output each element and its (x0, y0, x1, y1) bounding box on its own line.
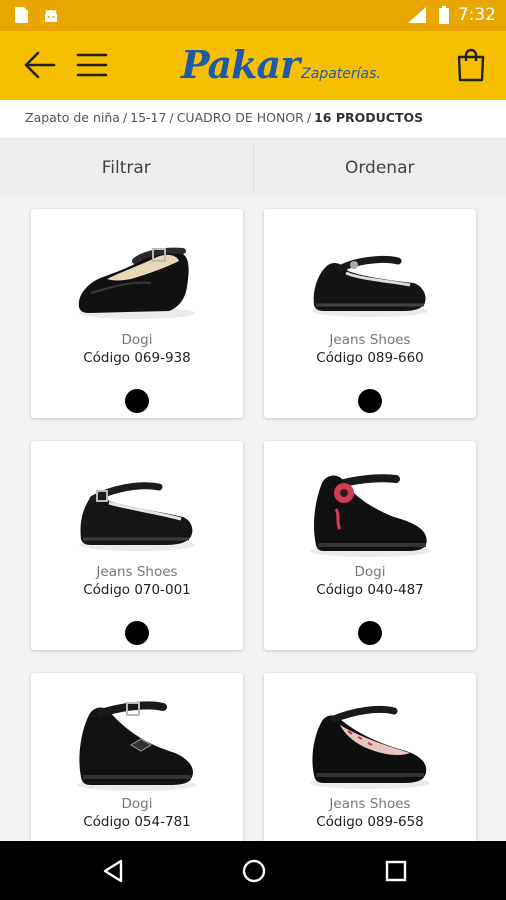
product-card[interactable]: Dogi Código 069-938 (31, 209, 243, 418)
system-nav-bar (0, 841, 506, 900)
product-code: Código 089-658 (316, 814, 424, 830)
battery-icon (438, 6, 449, 24)
breadcrumb-item[interactable]: CUADRO DE HONOR (177, 110, 304, 125)
back-arrow-icon[interactable] (22, 50, 56, 80)
product-image (310, 474, 430, 557)
app-bar: Pakar Zapaterías. (0, 31, 506, 100)
product-code: Código 089-660 (316, 350, 424, 366)
product-image (77, 701, 197, 791)
logo-main-text: Pakar (181, 42, 300, 87)
filter-sort-bar: Filtrar Ordenar (0, 139, 506, 197)
product-brand: Jeans Shoes (329, 332, 411, 348)
menu-icon[interactable] (76, 51, 108, 79)
product-image (79, 482, 195, 551)
brand-logo: Pakar Zapaterías. (181, 42, 381, 88)
breadcrumb-item[interactable]: 15-17 (130, 110, 166, 125)
product-card[interactable]: Dogi Código 054-781 (31, 673, 243, 841)
product-code: Código 069-938 (83, 350, 191, 366)
product-image (310, 705, 430, 789)
sort-button[interactable]: Ordenar (254, 139, 506, 197)
status-bar: 7:32 (0, 0, 506, 31)
nav-home-icon[interactable] (241, 858, 267, 884)
product-grid: Dogi Código 069-938 Jeans Shoes Código 0… (0, 197, 506, 841)
product-code: Código 070-001 (83, 582, 191, 598)
product-code: Código 054-781 (83, 814, 191, 830)
shopping-bag-icon[interactable] (456, 48, 486, 82)
signal-icon (407, 7, 426, 23)
color-swatch[interactable] (358, 389, 382, 413)
product-code: Código 040-487 (316, 582, 424, 598)
logo-sub-text: Zapaterías. (301, 66, 381, 82)
product-brand: Dogi (121, 332, 153, 348)
android-icon (45, 9, 57, 22)
product-card[interactable]: Jeans Shoes Código 070-001 (31, 441, 243, 650)
breadcrumb-separator: / (122, 110, 128, 125)
breadcrumb-item[interactable]: Zapato de niña (25, 110, 120, 125)
color-swatch[interactable] (358, 621, 382, 645)
product-card[interactable]: Jeans Shoes Código 089-660 (264, 209, 476, 418)
sd-card-icon (15, 7, 28, 23)
product-image (78, 247, 195, 319)
breadcrumb: Zapato de niña/15-17/CUADRO DE HONOR/16 … (0, 100, 506, 139)
nav-back-icon[interactable] (100, 858, 126, 884)
breadcrumb-separator: / (306, 110, 312, 125)
filter-button[interactable]: Filtrar (0, 139, 253, 197)
product-brand: Dogi (354, 564, 386, 580)
product-count: 16 PRODUCTOS (314, 110, 424, 125)
product-card[interactable]: Jeans Shoes Código 089-658 (264, 673, 476, 841)
status-time: 7:32 (457, 5, 496, 25)
color-swatch[interactable] (125, 389, 149, 413)
breadcrumb-separator: / (169, 110, 174, 125)
product-brand: Jeans Shoes (96, 564, 178, 580)
color-swatch[interactable] (125, 621, 149, 645)
product-card[interactable]: Dogi Código 040-487 (264, 441, 476, 650)
product-brand: Dogi (121, 796, 153, 812)
product-brand: Jeans Shoes (329, 796, 411, 812)
nav-recents-icon[interactable] (383, 858, 409, 884)
product-image (312, 255, 428, 317)
